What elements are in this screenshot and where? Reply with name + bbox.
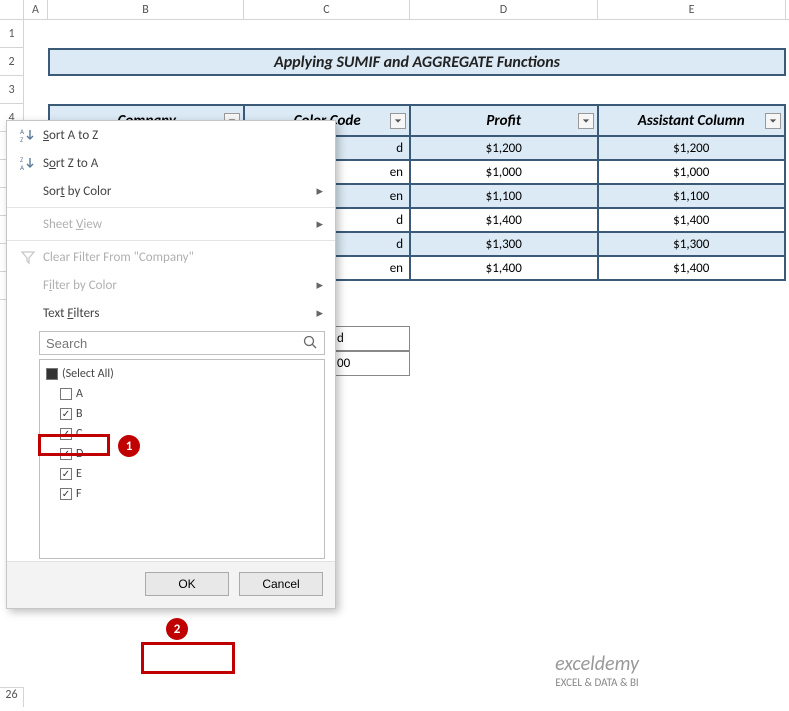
search-icon — [302, 334, 320, 352]
watermark-logo: exceldemy EXCEL & DATA & BI — [555, 652, 639, 689]
filter-by-color-item: Filter by Color ▸ — [7, 271, 335, 299]
page-title: Applying SUMIF and AGGREGATE Functions — [48, 48, 786, 76]
col-header-C[interactable]: C — [244, 0, 410, 19]
filter-dropdown-button[interactable] — [765, 113, 781, 129]
separator — [7, 240, 335, 241]
menu-label: Sort Z to A — [39, 156, 323, 171]
col-header-A[interactable]: A — [24, 0, 48, 19]
row-header[interactable]: 1 — [0, 20, 24, 48]
filter-menu: AZ Sort A to Z ZA Sort Z to A Sort by Co… — [6, 120, 336, 609]
filter-dropdown-button[interactable] — [578, 113, 594, 129]
tree-label: E — [76, 467, 82, 481]
cell-fragment[interactable]: 00 — [332, 351, 410, 376]
sort-by-color-item[interactable]: Sort by Color ▸ — [7, 177, 335, 205]
tree-item-f[interactable]: F — [46, 484, 318, 504]
logo-tagline: EXCEL & DATA & BI — [555, 676, 639, 689]
menu-label: Sort by Color — [39, 184, 316, 199]
row-header[interactable]: 2 — [0, 48, 24, 76]
chevron-right-icon: ▸ — [316, 184, 323, 199]
tree-label: B — [76, 407, 83, 421]
tree-item-b[interactable]: B — [46, 404, 318, 424]
cell-assistant[interactable]: $1,000 — [598, 160, 785, 184]
clear-filter-icon — [17, 249, 39, 265]
filter-dropdown-button[interactable] — [390, 113, 406, 129]
cell-profit[interactable]: $1,000 — [410, 160, 597, 184]
tree-label: C — [76, 427, 82, 441]
chevron-right-icon: ▸ — [316, 306, 323, 321]
cell-assistant[interactable]: $1,300 — [598, 232, 785, 256]
sheet-view-item: Sheet View ▸ — [7, 210, 335, 238]
search-input[interactable] — [44, 335, 302, 352]
cancel-button[interactable]: Cancel — [239, 572, 323, 596]
checkbox-icon[interactable] — [60, 488, 72, 500]
checkbox-icon[interactable] — [60, 388, 72, 400]
header-label: Assistant Column — [638, 112, 745, 130]
menu-label: Filter by Color — [39, 278, 316, 293]
checkbox-icon[interactable] — [60, 468, 72, 480]
cell-assistant[interactable]: $1,400 — [598, 208, 785, 232]
checkbox-icon[interactable] — [60, 428, 72, 440]
filter-values-tree[interactable]: (Select All) A B C D E F — [39, 359, 325, 559]
col-header-E[interactable]: E — [598, 0, 786, 19]
tree-item-e[interactable]: E — [46, 464, 318, 484]
checkbox-icon[interactable] — [60, 448, 72, 460]
ok-button[interactable]: OK — [145, 572, 229, 596]
col-header-D[interactable]: D — [410, 0, 598, 19]
cell-profit[interactable]: $1,400 — [410, 256, 597, 280]
callout-badge-2: 2 — [166, 618, 188, 640]
cell-assistant[interactable]: $1,400 — [598, 256, 785, 280]
menu-label: Text Filters — [39, 306, 316, 321]
menu-label: Sort A to Z — [39, 128, 323, 143]
tree-label: D — [76, 447, 83, 461]
tree-item-c[interactable]: C — [46, 424, 318, 444]
highlight-box — [141, 642, 235, 674]
cell-profit[interactable]: $1,100 — [410, 184, 597, 208]
callout-badge-1: 1 — [118, 435, 140, 457]
header-label: Profit — [486, 112, 521, 130]
select-all-corner[interactable] — [0, 0, 24, 19]
header-profit[interactable]: Profit — [410, 105, 597, 136]
chevron-right-icon: ▸ — [316, 278, 323, 293]
tree-item-d[interactable]: D — [46, 444, 318, 464]
button-row: OK Cancel — [7, 561, 335, 608]
sort-za-item[interactable]: ZA Sort Z to A — [7, 149, 335, 177]
clear-filter-item: Clear Filter From "Company" — [7, 243, 335, 271]
cell-assistant[interactable]: $1,100 — [598, 184, 785, 208]
col-header-B[interactable]: B — [48, 0, 244, 19]
header-assistant[interactable]: Assistant Column — [598, 105, 785, 136]
sort-za-icon: ZA — [17, 155, 39, 171]
cell-profit[interactable]: $1,400 — [410, 208, 597, 232]
row-header-26[interactable]: 26 — [0, 687, 24, 707]
tree-item-a[interactable]: A — [46, 384, 318, 404]
tree-item-select-all[interactable]: (Select All) — [46, 364, 318, 384]
column-header-row: A B C D E — [0, 0, 789, 20]
cell-profit[interactable]: $1,300 — [410, 232, 597, 256]
tree-label: F — [76, 487, 82, 501]
menu-label: Clear Filter From "Company" — [39, 250, 323, 265]
chevron-right-icon: ▸ — [316, 217, 323, 232]
menu-label: Sheet View — [39, 217, 316, 232]
cell-profit[interactable]: $1,200 — [410, 136, 597, 160]
filter-search-box[interactable] — [39, 331, 325, 355]
tree-label: A — [76, 387, 83, 401]
sort-az-item[interactable]: AZ Sort A to Z — [7, 121, 335, 149]
row-header[interactable]: 3 — [0, 76, 24, 104]
svg-text:A: A — [20, 163, 25, 171]
text-filters-item[interactable]: Text Filters ▸ — [7, 299, 335, 327]
separator — [7, 207, 335, 208]
cell-assistant[interactable]: $1,200 — [598, 136, 785, 160]
cell-fragment[interactable]: d — [332, 326, 410, 351]
svg-text:Z: Z — [20, 135, 24, 143]
logo-brand: exceldemy — [555, 652, 639, 676]
tree-label: (Select All) — [62, 367, 114, 381]
checkbox-icon[interactable] — [60, 408, 72, 420]
sort-az-icon: AZ — [17, 127, 39, 143]
checkbox-mixed-icon[interactable] — [46, 368, 58, 380]
